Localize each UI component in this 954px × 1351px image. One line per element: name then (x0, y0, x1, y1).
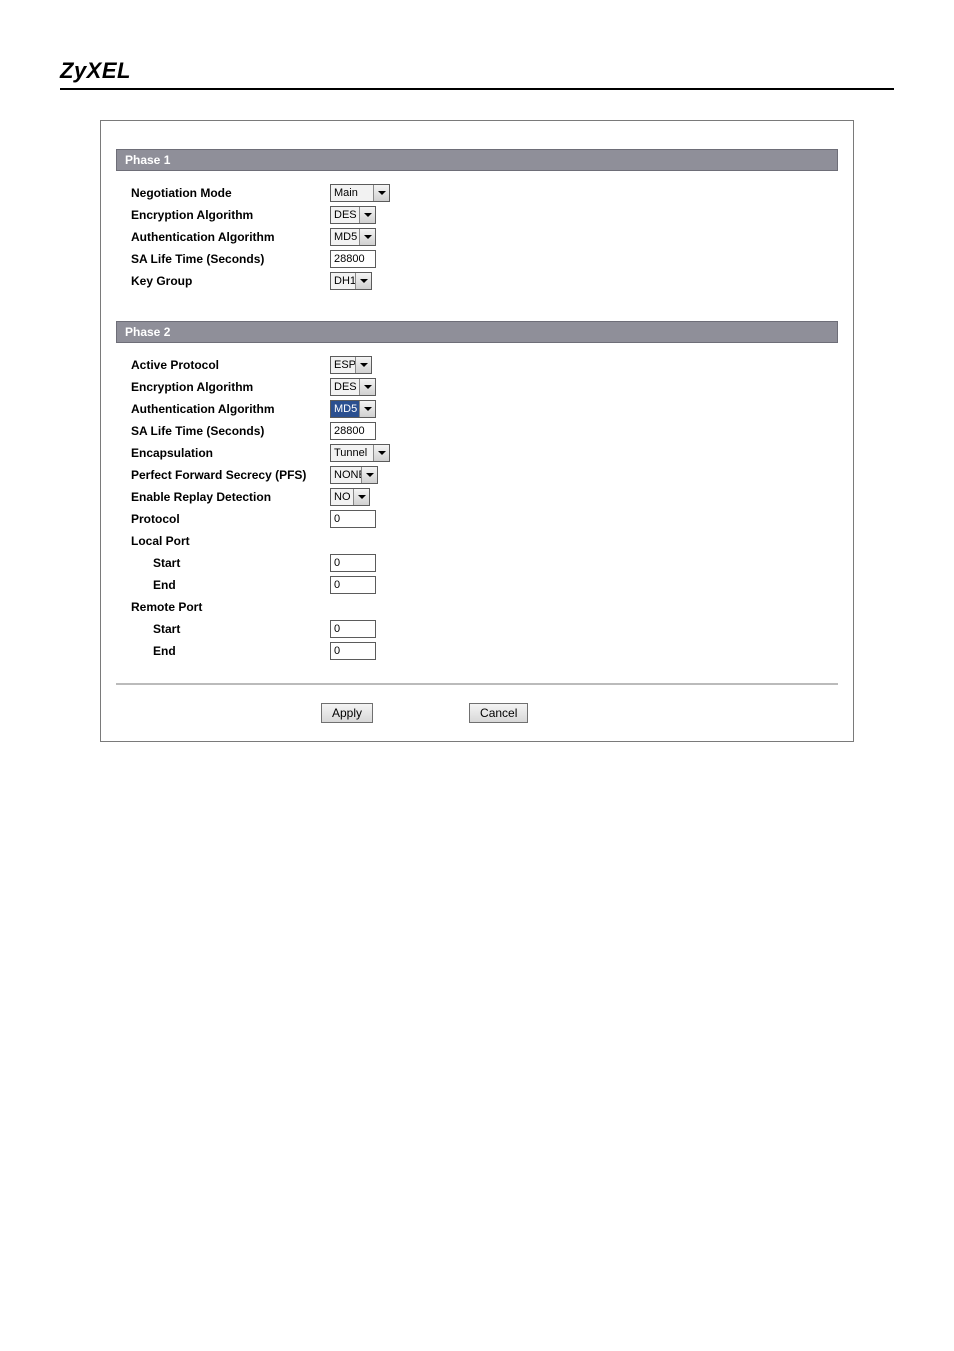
chevron-down-icon (373, 185, 389, 201)
input-remote-start[interactable]: 0 (330, 620, 376, 638)
row-active-protocol: Active Protocol ESP (125, 355, 829, 375)
chevron-down-icon (359, 401, 375, 417)
row-p2-salife: SA Life Time (Seconds) 28800 (125, 421, 829, 441)
row-p2-encryption: Encryption Algorithm DES (125, 377, 829, 397)
label-local-port: Local Port (125, 534, 330, 548)
chevron-down-icon (361, 467, 377, 483)
select-p2-encryption[interactable]: DES (330, 378, 376, 396)
label-remote-start: Start (125, 622, 330, 636)
label-protocol: Protocol (125, 512, 330, 526)
config-panel: Phase 1 Negotiation Mode Main Encryption… (100, 120, 854, 742)
select-replay[interactable]: NO (330, 488, 370, 506)
label-p1-salife: SA Life Time (Seconds) (125, 252, 330, 266)
select-replay-value: NO (331, 489, 353, 505)
select-negotiation-mode-value: Main (331, 185, 373, 201)
select-p1-keygroup-value: DH1 (331, 273, 355, 289)
apply-button[interactable]: Apply (321, 703, 373, 723)
select-active-protocol-value: ESP (331, 357, 355, 373)
label-negotiation-mode: Negotiation Mode (125, 186, 330, 200)
input-protocol[interactable]: 0 (330, 510, 376, 528)
row-p1-auth: Authentication Algorithm MD5 (125, 227, 829, 247)
row-local-end: End 0 (125, 575, 829, 595)
row-p1-encryption: Encryption Algorithm DES (125, 205, 829, 225)
row-local-port: Local Port (125, 531, 829, 551)
row-p2-auth: Authentication Algorithm MD5 (125, 399, 829, 419)
chevron-down-icon (359, 207, 375, 223)
label-p1-keygroup: Key Group (125, 274, 330, 288)
chevron-down-icon (359, 379, 375, 395)
input-local-end[interactable]: 0 (330, 576, 376, 594)
row-protocol: Protocol 0 (125, 509, 829, 529)
label-pfs: Perfect Forward Secrecy (PFS) (125, 468, 330, 482)
select-negotiation-mode[interactable]: Main (330, 184, 390, 202)
select-p1-auth-value: MD5 (331, 229, 359, 245)
row-negotiation-mode: Negotiation Mode Main (125, 183, 829, 203)
row-replay: Enable Replay Detection NO (125, 487, 829, 507)
label-encapsulation: Encapsulation (125, 446, 330, 460)
label-p1-encryption: Encryption Algorithm (125, 208, 330, 222)
select-pfs-value: NONE (331, 467, 361, 483)
phase2-body: Active Protocol ESP Encryption Algorithm… (101, 343, 853, 673)
chevron-down-icon (355, 357, 371, 373)
select-p1-encryption-value: DES (331, 207, 359, 223)
label-remote-end: End (125, 644, 330, 658)
label-p2-encryption: Encryption Algorithm (125, 380, 330, 394)
row-local-start: Start 0 (125, 553, 829, 573)
input-p1-salife[interactable]: 28800 (330, 250, 376, 268)
phase1-header: Phase 1 (116, 149, 838, 171)
select-active-protocol[interactable]: ESP (330, 356, 372, 374)
row-p1-keygroup: Key Group DH1 (125, 271, 829, 291)
select-p2-auth[interactable]: MD5 (330, 400, 376, 418)
label-replay: Enable Replay Detection (125, 490, 330, 504)
chevron-down-icon (359, 229, 375, 245)
phase2-header: Phase 2 (116, 321, 838, 343)
chevron-down-icon (355, 273, 371, 289)
input-p2-salife[interactable]: 28800 (330, 422, 376, 440)
select-pfs[interactable]: NONE (330, 466, 378, 484)
label-p2-auth: Authentication Algorithm (125, 402, 330, 416)
row-pfs: Perfect Forward Secrecy (PFS) NONE (125, 465, 829, 485)
label-local-end: End (125, 578, 330, 592)
chevron-down-icon (373, 445, 389, 461)
brand-logo: ZyXEL (60, 58, 131, 83)
phase1-body: Negotiation Mode Main Encryption Algorit… (101, 171, 853, 303)
row-remote-start: Start 0 (125, 619, 829, 639)
input-remote-end[interactable]: 0 (330, 642, 376, 660)
select-p1-auth[interactable]: MD5 (330, 228, 376, 246)
row-remote-port: Remote Port (125, 597, 829, 617)
row-encapsulation: Encapsulation Tunnel (125, 443, 829, 463)
select-p1-encryption[interactable]: DES (330, 206, 376, 224)
label-active-protocol: Active Protocol (125, 358, 330, 372)
row-remote-end: End 0 (125, 641, 829, 661)
select-p2-auth-value: MD5 (331, 401, 359, 417)
label-p1-auth: Authentication Algorithm (125, 230, 330, 244)
select-encapsulation[interactable]: Tunnel (330, 444, 390, 462)
select-encapsulation-value: Tunnel (331, 445, 373, 461)
select-p2-encryption-value: DES (331, 379, 359, 395)
label-local-start: Start (125, 556, 330, 570)
select-p1-keygroup[interactable]: DH1 (330, 272, 372, 290)
header-bar: ZyXEL (60, 58, 894, 90)
row-p1-salife: SA Life Time (Seconds) 28800 (125, 249, 829, 269)
label-p2-salife: SA Life Time (Seconds) (125, 424, 330, 438)
button-row: Apply Cancel (101, 685, 853, 727)
input-local-start[interactable]: 0 (330, 554, 376, 572)
label-remote-port: Remote Port (125, 600, 330, 614)
chevron-down-icon (353, 489, 369, 505)
cancel-button[interactable]: Cancel (469, 703, 528, 723)
